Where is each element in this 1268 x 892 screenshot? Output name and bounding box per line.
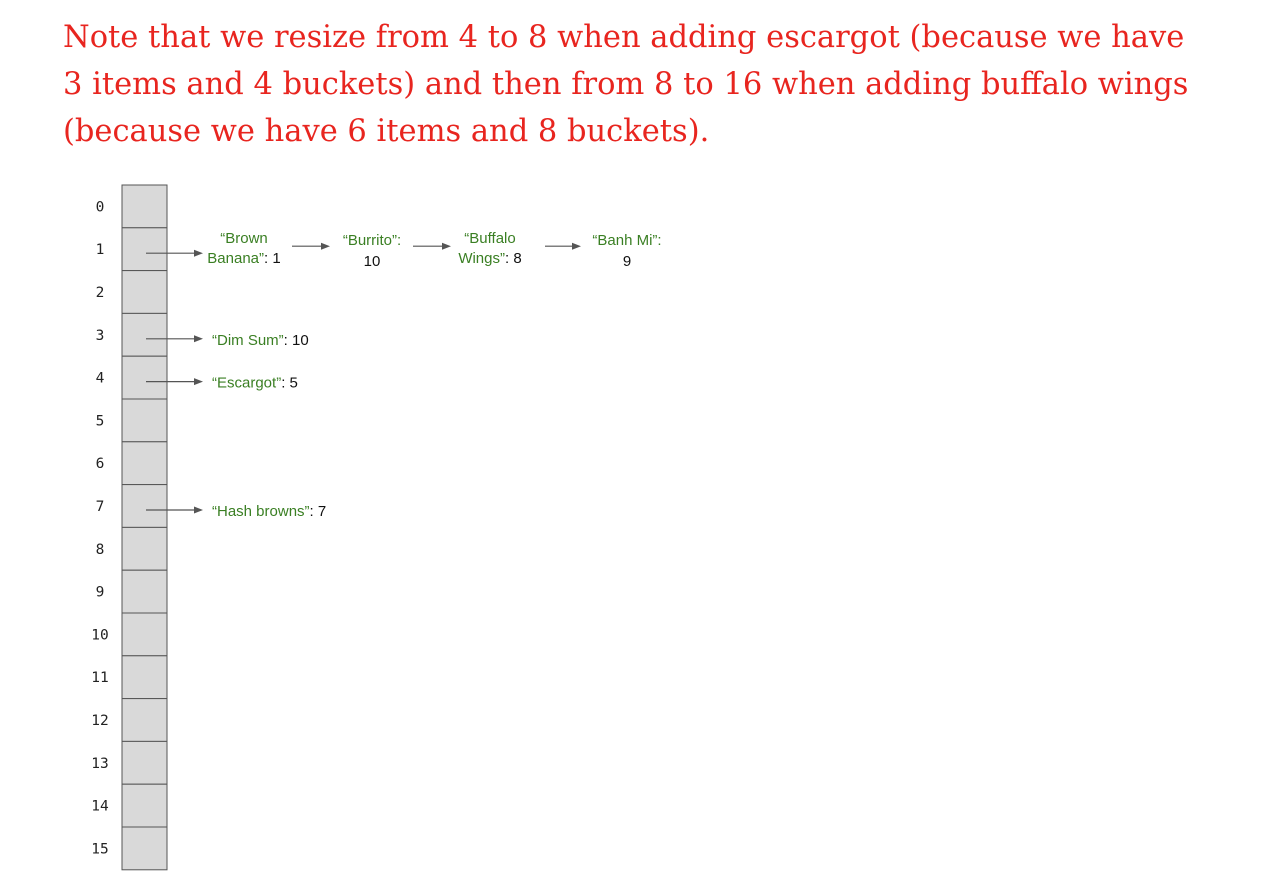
chain-entry: “Escargot”: 5 xyxy=(212,375,298,392)
svg-text:9: 9 xyxy=(623,253,631,270)
bucket-index: 3 xyxy=(96,328,105,344)
svg-text:Wings”: 8: Wings”: 8 xyxy=(458,250,521,267)
chain-entry: “Dim Sum”: 10 xyxy=(212,332,309,349)
bucket-array xyxy=(121,184,168,871)
bucket-index: 14 xyxy=(91,799,109,815)
svg-text:“Burrito”:: “Burrito”: xyxy=(343,232,401,249)
bucket-cell-11 xyxy=(121,655,168,700)
bucket-index: 6 xyxy=(96,456,105,472)
bucket-cell-8 xyxy=(121,526,168,571)
hash-table-diagram: 0123456789101112131415 “BrownBanana”: 1“… xyxy=(91,184,662,871)
bucket-cell-14 xyxy=(121,783,168,828)
bucket-index: 5 xyxy=(96,413,105,429)
bucket-cell-4 xyxy=(121,355,168,400)
bucket-index: 8 xyxy=(96,542,105,558)
chain-entry: “Hash browns”: 7 xyxy=(212,503,326,520)
chain-entry: “Buffalo Wings”: 8 xyxy=(458,230,521,267)
bucket-cell-9 xyxy=(121,569,168,614)
bucket-cell-1 xyxy=(121,227,168,272)
svg-text:“Brown: “Brown xyxy=(220,230,268,247)
chain-entries: “Brown Banana”: 1 “Burrito”: 10 “Buffalo Wing… xyxy=(207,230,661,520)
bucket-cell-2 xyxy=(121,270,168,314)
chain-arrow xyxy=(545,242,581,250)
bucket-index: 12 xyxy=(91,713,108,729)
chain-entry: “Banh Mi”: 9 xyxy=(592,232,661,270)
bucket-index: 7 xyxy=(96,499,105,515)
bucket-cell-13 xyxy=(121,740,168,785)
bucket-index: 4 xyxy=(96,371,105,387)
bucket-cell-15 xyxy=(121,826,168,871)
bucket-cell-5 xyxy=(121,398,168,443)
bucket-index: 2 xyxy=(96,285,105,301)
svg-text:“Banh Mi”:: “Banh Mi”: xyxy=(592,232,661,249)
bucket-cell-6 xyxy=(121,441,168,486)
bucket-index: 9 xyxy=(96,585,105,601)
bucket-index: 10 xyxy=(91,627,108,643)
chain-entry: “Burrito”: 10 xyxy=(343,232,401,270)
svg-text:Banana”: 1: Banana”: 1 xyxy=(207,250,280,267)
bucket-cell-3 xyxy=(121,312,168,357)
bucket-index: 1 xyxy=(96,242,105,258)
bucket-indices: 0123456789101112131415 xyxy=(91,199,109,857)
bucket-cell-12 xyxy=(121,698,168,742)
svg-text:10: 10 xyxy=(364,253,381,270)
chain-arrow xyxy=(292,242,330,250)
bucket-index: 11 xyxy=(91,670,108,686)
bucket-index: 0 xyxy=(96,199,105,215)
bucket-cell-0 xyxy=(121,184,168,229)
bucket-index: 15 xyxy=(91,841,108,857)
chain-arrow xyxy=(413,242,451,250)
chain-entry: “Brown Banana”: 1 xyxy=(207,230,280,267)
bucket-cell-7 xyxy=(121,484,168,528)
bucket-index: 13 xyxy=(91,756,108,772)
bucket-cell-10 xyxy=(121,612,168,657)
svg-text:“Buffalo: “Buffalo xyxy=(464,230,515,247)
